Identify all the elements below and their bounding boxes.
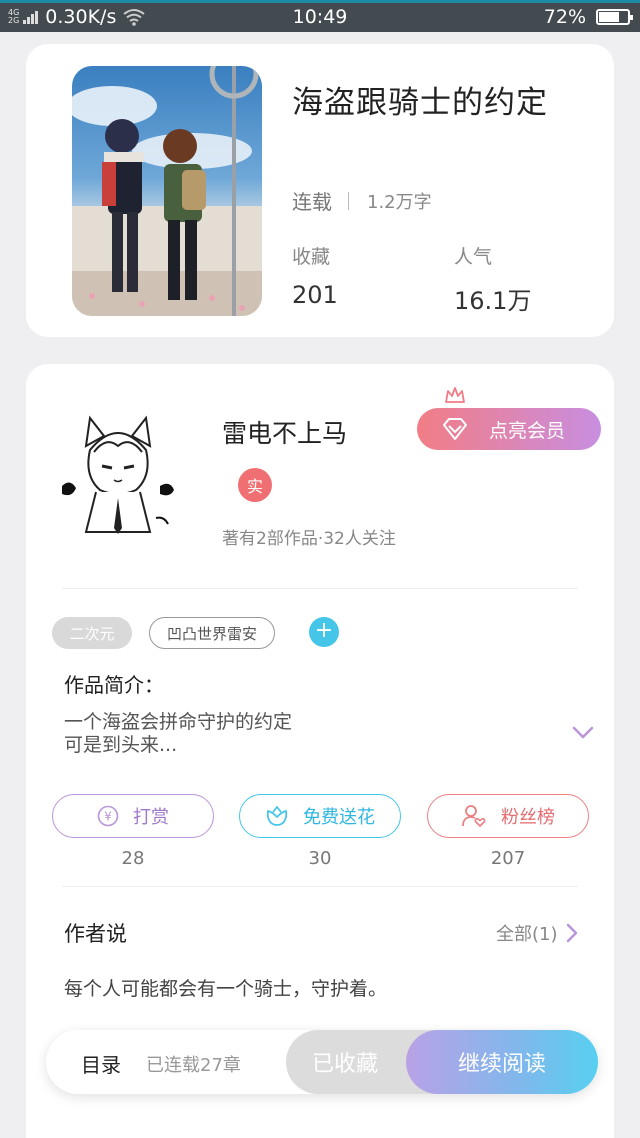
author-says-heading: 作者说 <box>64 922 127 946</box>
author-avatar[interactable] <box>56 406 180 536</box>
popularity-label: 人气 <box>454 246 493 268</box>
reward-count: 28 <box>121 848 145 869</box>
author-name[interactable]: 雷电不上马 <box>222 414 347 450</box>
favorited-label: 已收藏 <box>312 1052 379 1077</box>
fans-count: 207 <box>490 848 526 869</box>
crown-icon <box>445 387 465 403</box>
add-tag-button[interactable]: + <box>309 617 339 647</box>
vip-button-label: 点亮会员 <box>489 419 566 442</box>
status-bar-accent-line <box>0 0 640 3</box>
svg-text:¥: ¥ <box>104 810 112 824</box>
favorites-value: 201 <box>292 281 338 309</box>
chevron-down-icon[interactable] <box>572 726 594 740</box>
divider <box>62 588 578 589</box>
author-says-all-label: 全部(1) <box>496 924 558 945</box>
favorites-stat: 收藏 201 <box>292 242 338 309</box>
reward-label: 打赏 <box>133 807 169 828</box>
author-says-all-link[interactable]: 全部(1) <box>496 920 578 946</box>
flower-label: 免费送花 <box>303 807 375 828</box>
battery-icon <box>596 9 633 25</box>
book-detail-card: 雷电不上马 实 著有2部作品·32人关注 点亮会员 二次元 凹凸世界雷安 + 作… <box>26 364 614 1138</box>
activate-vip-button[interactable]: 点亮会员 <box>417 408 601 450</box>
reward-button[interactable]: ¥ 打赏 <box>52 794 214 838</box>
book-title: 海盗跟骑士的约定 <box>292 85 548 121</box>
diamond-icon <box>443 418 467 440</box>
bottom-action-bar: 目录 已连载27章 已收藏 继续阅读 <box>46 1030 598 1094</box>
send-flower-button[interactable]: 免费送花 <box>239 794 401 838</box>
chapter-count: 已连载27章 <box>146 1055 241 1076</box>
author-says-text: 每个人可能都会有一个骑士，守护着。 <box>64 978 388 1000</box>
continue-reading-button[interactable]: 继续阅读 <box>406 1030 598 1094</box>
catalog-button[interactable]: 目录 <box>81 1049 121 1078</box>
popularity-value: 16.1万 <box>454 287 532 315</box>
flower-icon <box>265 805 289 827</box>
yen-icon: ¥ <box>97 805 119 827</box>
intro-text: 一个海盗会拼命守护的约定 可是到头来... <box>64 711 293 756</box>
serial-status: 连载 <box>292 190 332 214</box>
continue-reading-label: 继续阅读 <box>457 1052 546 1077</box>
tag-chip[interactable]: 二次元 <box>52 617 132 649</box>
favorites-label: 收藏 <box>292 246 331 268</box>
verified-badge: 实 <box>238 468 272 502</box>
intro-heading: 作品简介： <box>64 673 164 697</box>
battery-fill <box>599 12 619 22</box>
author-meta: 著有2部作品·32人关注 <box>222 529 396 549</box>
book-info-card: 海盗跟骑士的约定 连载 1.2万字 收藏 201 人气 16.1万 <box>26 44 614 337</box>
chevron-right-icon <box>566 923 577 943</box>
battery-percent: 72% <box>543 6 586 28</box>
fans-ranking-button[interactable]: 粉丝榜 <box>427 794 589 838</box>
status-divider <box>348 191 349 210</box>
fans-label: 粉丝榜 <box>501 807 555 828</box>
status-bar-right: 72% <box>543 6 633 28</box>
flower-count: 30 <box>308 848 332 869</box>
tag-chip[interactable]: 凹凸世界雷安 <box>149 617 275 649</box>
word-count: 1.2万字 <box>367 191 432 213</box>
book-status-line: 连载 1.2万字 <box>292 186 432 215</box>
popularity-stat: 人气 16.1万 <box>454 242 531 316</box>
book-cover-image[interactable] <box>72 66 262 316</box>
divider <box>62 886 578 887</box>
status-bar: 4G 2G 0.30K/s 10:49 72% <box>0 0 640 32</box>
user-heart-icon <box>461 804 487 828</box>
